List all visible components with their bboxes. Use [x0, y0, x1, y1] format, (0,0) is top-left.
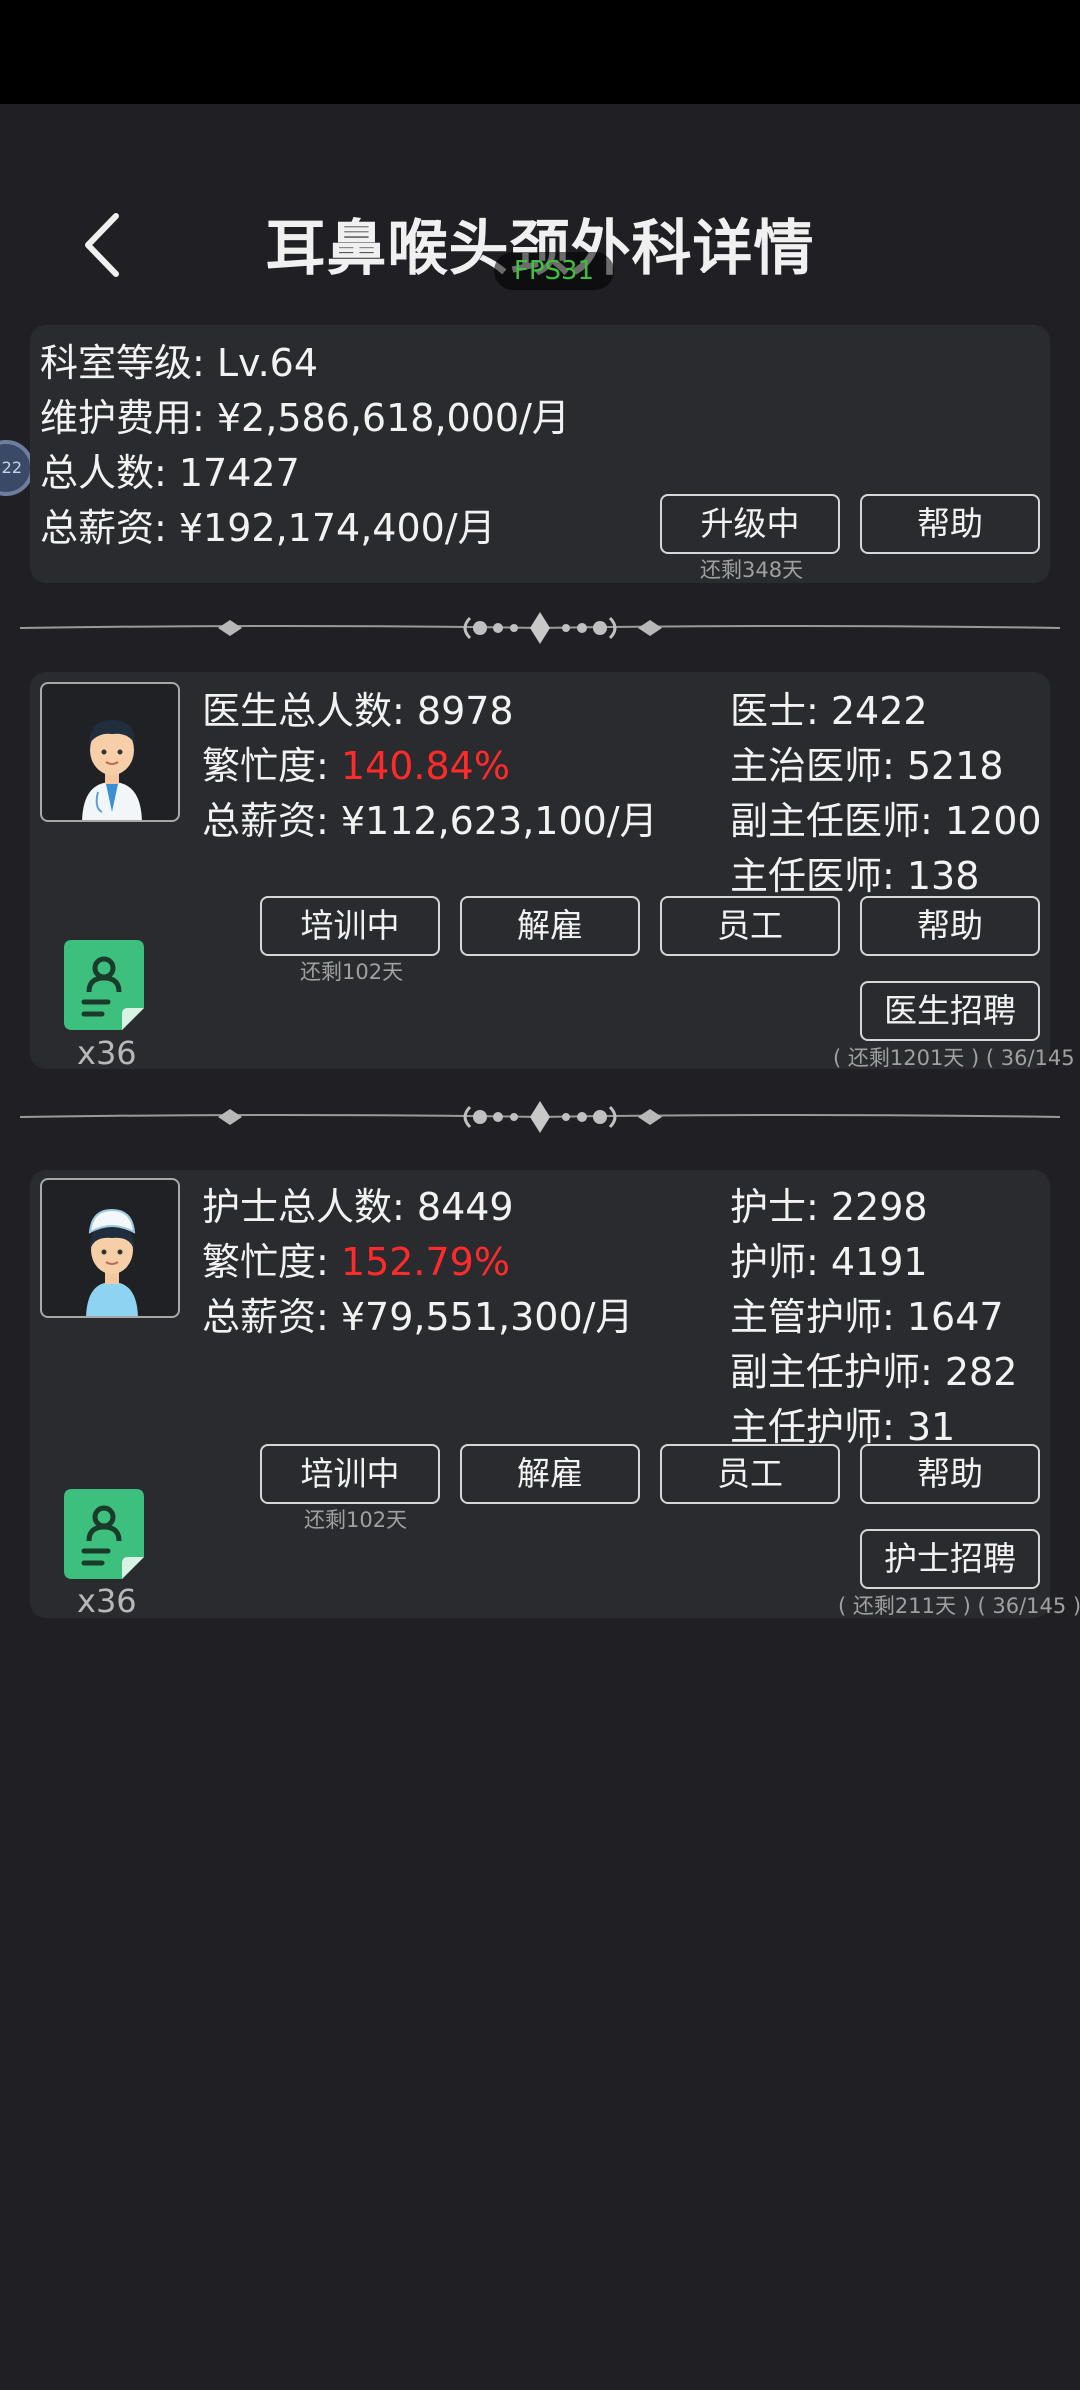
doctor-recruit-info: ( 还剩1201天 ) ( 36/145 — [833, 1046, 1075, 1070]
department-level: 科室等级: Lv.64 — [40, 341, 319, 385]
nurse-rank-4: 副主任护师: 282 — [730, 1350, 1018, 1394]
doctors-card: 医生总人数: 8978 繁忙度: 140.84% 总薪资: ¥112,623,1… — [30, 672, 1075, 1072]
nurse-icon — [86, 1208, 138, 1316]
doctor-certificate-count: x36 — [77, 1034, 137, 1072]
doctor-icon — [82, 720, 142, 820]
maintenance-cost: 维护费用: ¥2,586,618,000/月 — [40, 396, 570, 440]
doctor-help-button[interactable]: 帮助 — [860, 896, 1040, 956]
help-button[interactable]: 帮助 — [860, 494, 1040, 554]
nurse-train-button[interactable]: 培训中 — [260, 1444, 440, 1504]
nurse-total: 护士总人数: 8449 — [202, 1185, 514, 1229]
certificate-icon[interactable] — [64, 1489, 144, 1579]
doctor-rank-3: 副主任医师: 1200 — [730, 799, 1042, 843]
nurse-recruit-button[interactable]: 护士招聘 — [860, 1529, 1040, 1589]
ornament-divider — [20, 612, 1060, 644]
fps-counter: FPS31 — [494, 252, 614, 290]
nurse-staff-button[interactable]: 员工 — [660, 1444, 840, 1504]
nurse-help-button[interactable]: 帮助 — [860, 1444, 1040, 1504]
doctor-fire-button[interactable]: 解雇 — [460, 896, 640, 956]
department-summary-card: 科室等级: Lv.64 维护费用: ¥2,586,618,000/月 总人数: … — [30, 325, 1050, 583]
nurse-rank-1: 护士: 2298 — [730, 1185, 928, 1229]
doctor-recruit-button[interactable]: 医生招聘 — [860, 981, 1040, 1041]
status-bar — [0, 0, 1080, 104]
certificate-icon[interactable] — [64, 940, 144, 1030]
upgrade-button[interactable]: 升级中 — [660, 494, 840, 554]
nurses-card: 护士总人数: 8449 繁忙度: 152.79% 总薪资: ¥79,551,30… — [30, 1170, 1080, 1620]
doctor-rank-2: 主治医师: 5218 — [730, 744, 1004, 788]
nurse-avatar — [40, 1178, 180, 1318]
nurse-certificate-count: x36 — [77, 1582, 137, 1620]
ornament-divider — [20, 1101, 1060, 1133]
doctor-train-button[interactable]: 培训中 — [260, 896, 440, 956]
nurse-rank-2: 护师: 4191 — [730, 1240, 928, 1284]
doctor-train-remaining: 还剩102天 — [300, 960, 404, 984]
doctor-rank-1: 医士: 2422 — [730, 689, 928, 733]
nurse-rank-3: 主管护师: 1647 — [730, 1295, 1004, 1339]
doctor-rank-4: 主任医师: 138 — [730, 854, 980, 898]
total-headcount: 总人数: 17427 — [40, 451, 300, 495]
total-salary: 总薪资: ¥192,174,400/月 — [40, 506, 496, 550]
doctor-staff-button[interactable]: 员工 — [660, 896, 840, 956]
doctor-avatar — [40, 682, 180, 822]
nurse-busy-rate: 繁忙度: 152.79% — [202, 1240, 510, 1284]
doctor-total: 医生总人数: 8978 — [202, 689, 514, 733]
floating-ball-button[interactable]: 22 — [0, 440, 34, 496]
doctor-busy-rate: 繁忙度: 140.84% — [202, 744, 510, 788]
nurse-train-remaining: 还剩102天 — [304, 1508, 408, 1532]
nurse-salary: 总薪资: ¥79,551,300/月 — [202, 1295, 634, 1339]
nurse-fire-button[interactable]: 解雇 — [460, 1444, 640, 1504]
nurse-rank-5: 主任护师: 31 — [730, 1405, 956, 1449]
nurse-recruit-info: ( 还剩211天 ) ( 36/145 ) — [838, 1594, 1080, 1618]
doctor-salary: 总薪资: ¥112,623,100/月 — [202, 799, 658, 843]
upgrade-remaining: 还剩348天 — [700, 558, 804, 582]
